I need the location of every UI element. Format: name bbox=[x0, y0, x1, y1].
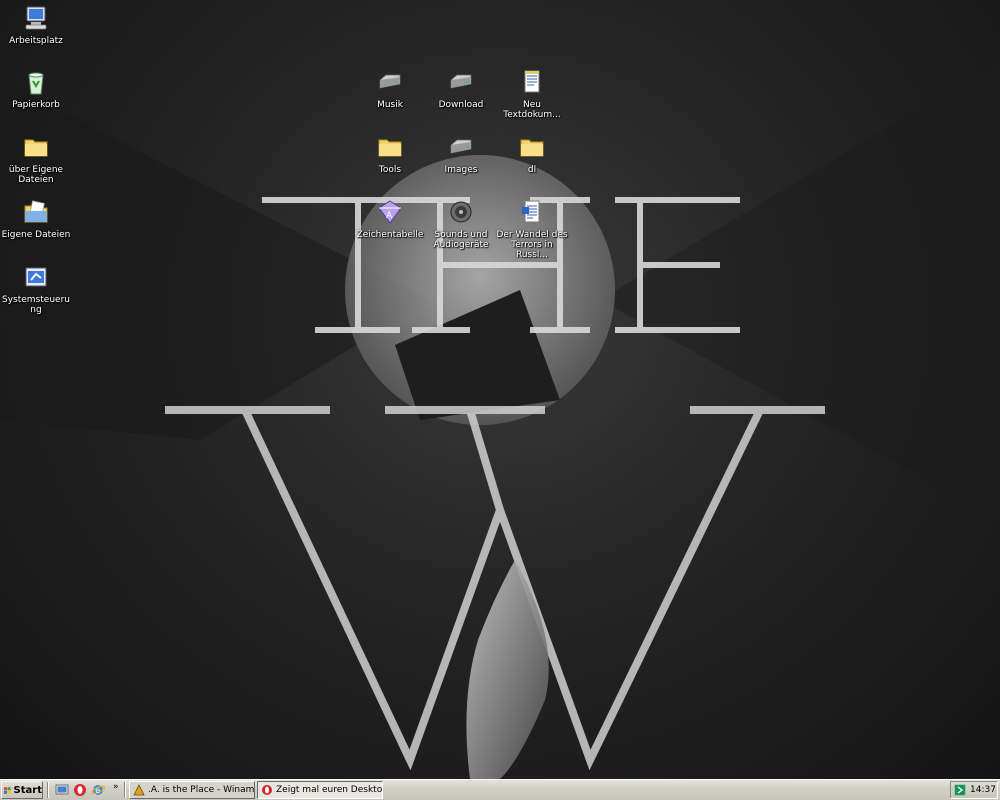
desktop-icon-eigene-dateien[interactable]: Eigene Dateien bbox=[0, 198, 72, 240]
icon-label: Papierkorb bbox=[12, 100, 60, 110]
my-documents-icon bbox=[24, 200, 48, 223]
svg-text:e: e bbox=[95, 786, 100, 795]
desktop-icon-papierkorb[interactable]: Papierkorb bbox=[0, 68, 72, 110]
start-label: Start bbox=[13, 784, 42, 796]
icon-label: dl bbox=[527, 165, 537, 175]
opera-icon bbox=[262, 785, 272, 795]
desktop-icon-ueber-eigene-dateien[interactable]: über Eigene Dateien bbox=[0, 133, 72, 185]
windows-flag-icon bbox=[4, 786, 11, 794]
internet-explorer-icon[interactable]: e bbox=[91, 783, 105, 797]
icon-label: über Eigene Dateien bbox=[8, 165, 64, 185]
quick-launch-more-button[interactable]: » bbox=[113, 782, 119, 792]
icon-label: Der Wandel des Terrors in Russl... bbox=[496, 230, 568, 260]
system-tray: 14:37 bbox=[950, 781, 998, 799]
icon-label: Download bbox=[438, 100, 484, 110]
icon-label: Eigene Dateien bbox=[1, 230, 71, 240]
task-label: .A. is the Place - Winamp... bbox=[148, 785, 255, 795]
desktop-icon-musik[interactable]: Musik bbox=[354, 68, 426, 110]
desktop-icon-dl[interactable]: dl bbox=[496, 133, 568, 175]
drive-icon bbox=[450, 74, 472, 89]
taskbar-separator bbox=[47, 782, 49, 798]
icon-label: Musik bbox=[377, 100, 403, 110]
desktop-icon-download[interactable]: Download bbox=[425, 68, 497, 110]
desktop[interactable]: Arbeitsplatz Papierkorb über Eigene Date… bbox=[0, 0, 1000, 779]
desktop-icon-systemsteuerung[interactable]: Systemsteuerung bbox=[0, 263, 72, 315]
desktop-icon-der-wandel-des-terrors[interactable]: Der Wandel des Terrors in Russl... bbox=[496, 198, 568, 260]
text-document-icon bbox=[524, 70, 540, 93]
character-map-icon: A bbox=[378, 200, 402, 224]
icon-label: Arbeitsplatz bbox=[9, 36, 63, 46]
icon-label: Neu Textdokum... bbox=[503, 100, 561, 120]
folder-icon bbox=[24, 139, 48, 157]
opera-icon[interactable] bbox=[73, 783, 87, 797]
svg-text:A: A bbox=[386, 211, 393, 221]
folder-icon bbox=[520, 139, 544, 157]
control-panel-icon bbox=[25, 267, 47, 287]
taskbar-separator bbox=[124, 782, 126, 798]
drive-icon bbox=[450, 139, 472, 154]
icon-label: Tools bbox=[378, 165, 402, 175]
computer-icon bbox=[25, 6, 47, 30]
icon-label: Images bbox=[444, 165, 478, 175]
speaker-icon bbox=[450, 201, 472, 223]
desktop-icon-zeichentabelle[interactable]: A Zeichentabelle bbox=[354, 198, 426, 240]
task-label: Zeigt mal euren Desktop!... bbox=[276, 785, 383, 795]
taskbar: Start e » .A. is the Place - Winamp... Z… bbox=[0, 779, 1000, 800]
taskbar-task-winamp[interactable]: .A. is the Place - Winamp... bbox=[129, 781, 255, 799]
clock[interactable]: 14:37 bbox=[970, 785, 996, 795]
document-icon bbox=[522, 200, 540, 223]
desktop-icon-tools[interactable]: Tools bbox=[354, 133, 426, 175]
icon-label: Sounds und Audiogeräte bbox=[433, 230, 489, 250]
desktop-icon-arbeitsplatz[interactable]: Arbeitsplatz bbox=[0, 4, 72, 46]
start-button[interactable]: Start bbox=[1, 781, 43, 799]
icon-label: Systemsteuerung bbox=[2, 295, 70, 315]
drive-icon bbox=[379, 74, 401, 89]
winamp-icon bbox=[133, 784, 145, 796]
desktop-icon-neu-textdokument[interactable]: Neu Textdokum... bbox=[496, 68, 568, 120]
icon-label: Zeichentabelle bbox=[356, 230, 424, 240]
folder-icon bbox=[378, 139, 402, 157]
desktop-icon-images[interactable]: Images bbox=[425, 133, 497, 175]
taskbar-task-opera[interactable]: Zeigt mal euren Desktop!... bbox=[257, 781, 383, 799]
tray-app-icon[interactable] bbox=[954, 784, 966, 796]
recycle-bin-icon bbox=[28, 72, 44, 95]
desktop-icon-sounds-und-audiogeraete[interactable]: Sounds und Audiogeräte bbox=[425, 198, 497, 250]
show-desktop-icon[interactable] bbox=[55, 783, 69, 797]
